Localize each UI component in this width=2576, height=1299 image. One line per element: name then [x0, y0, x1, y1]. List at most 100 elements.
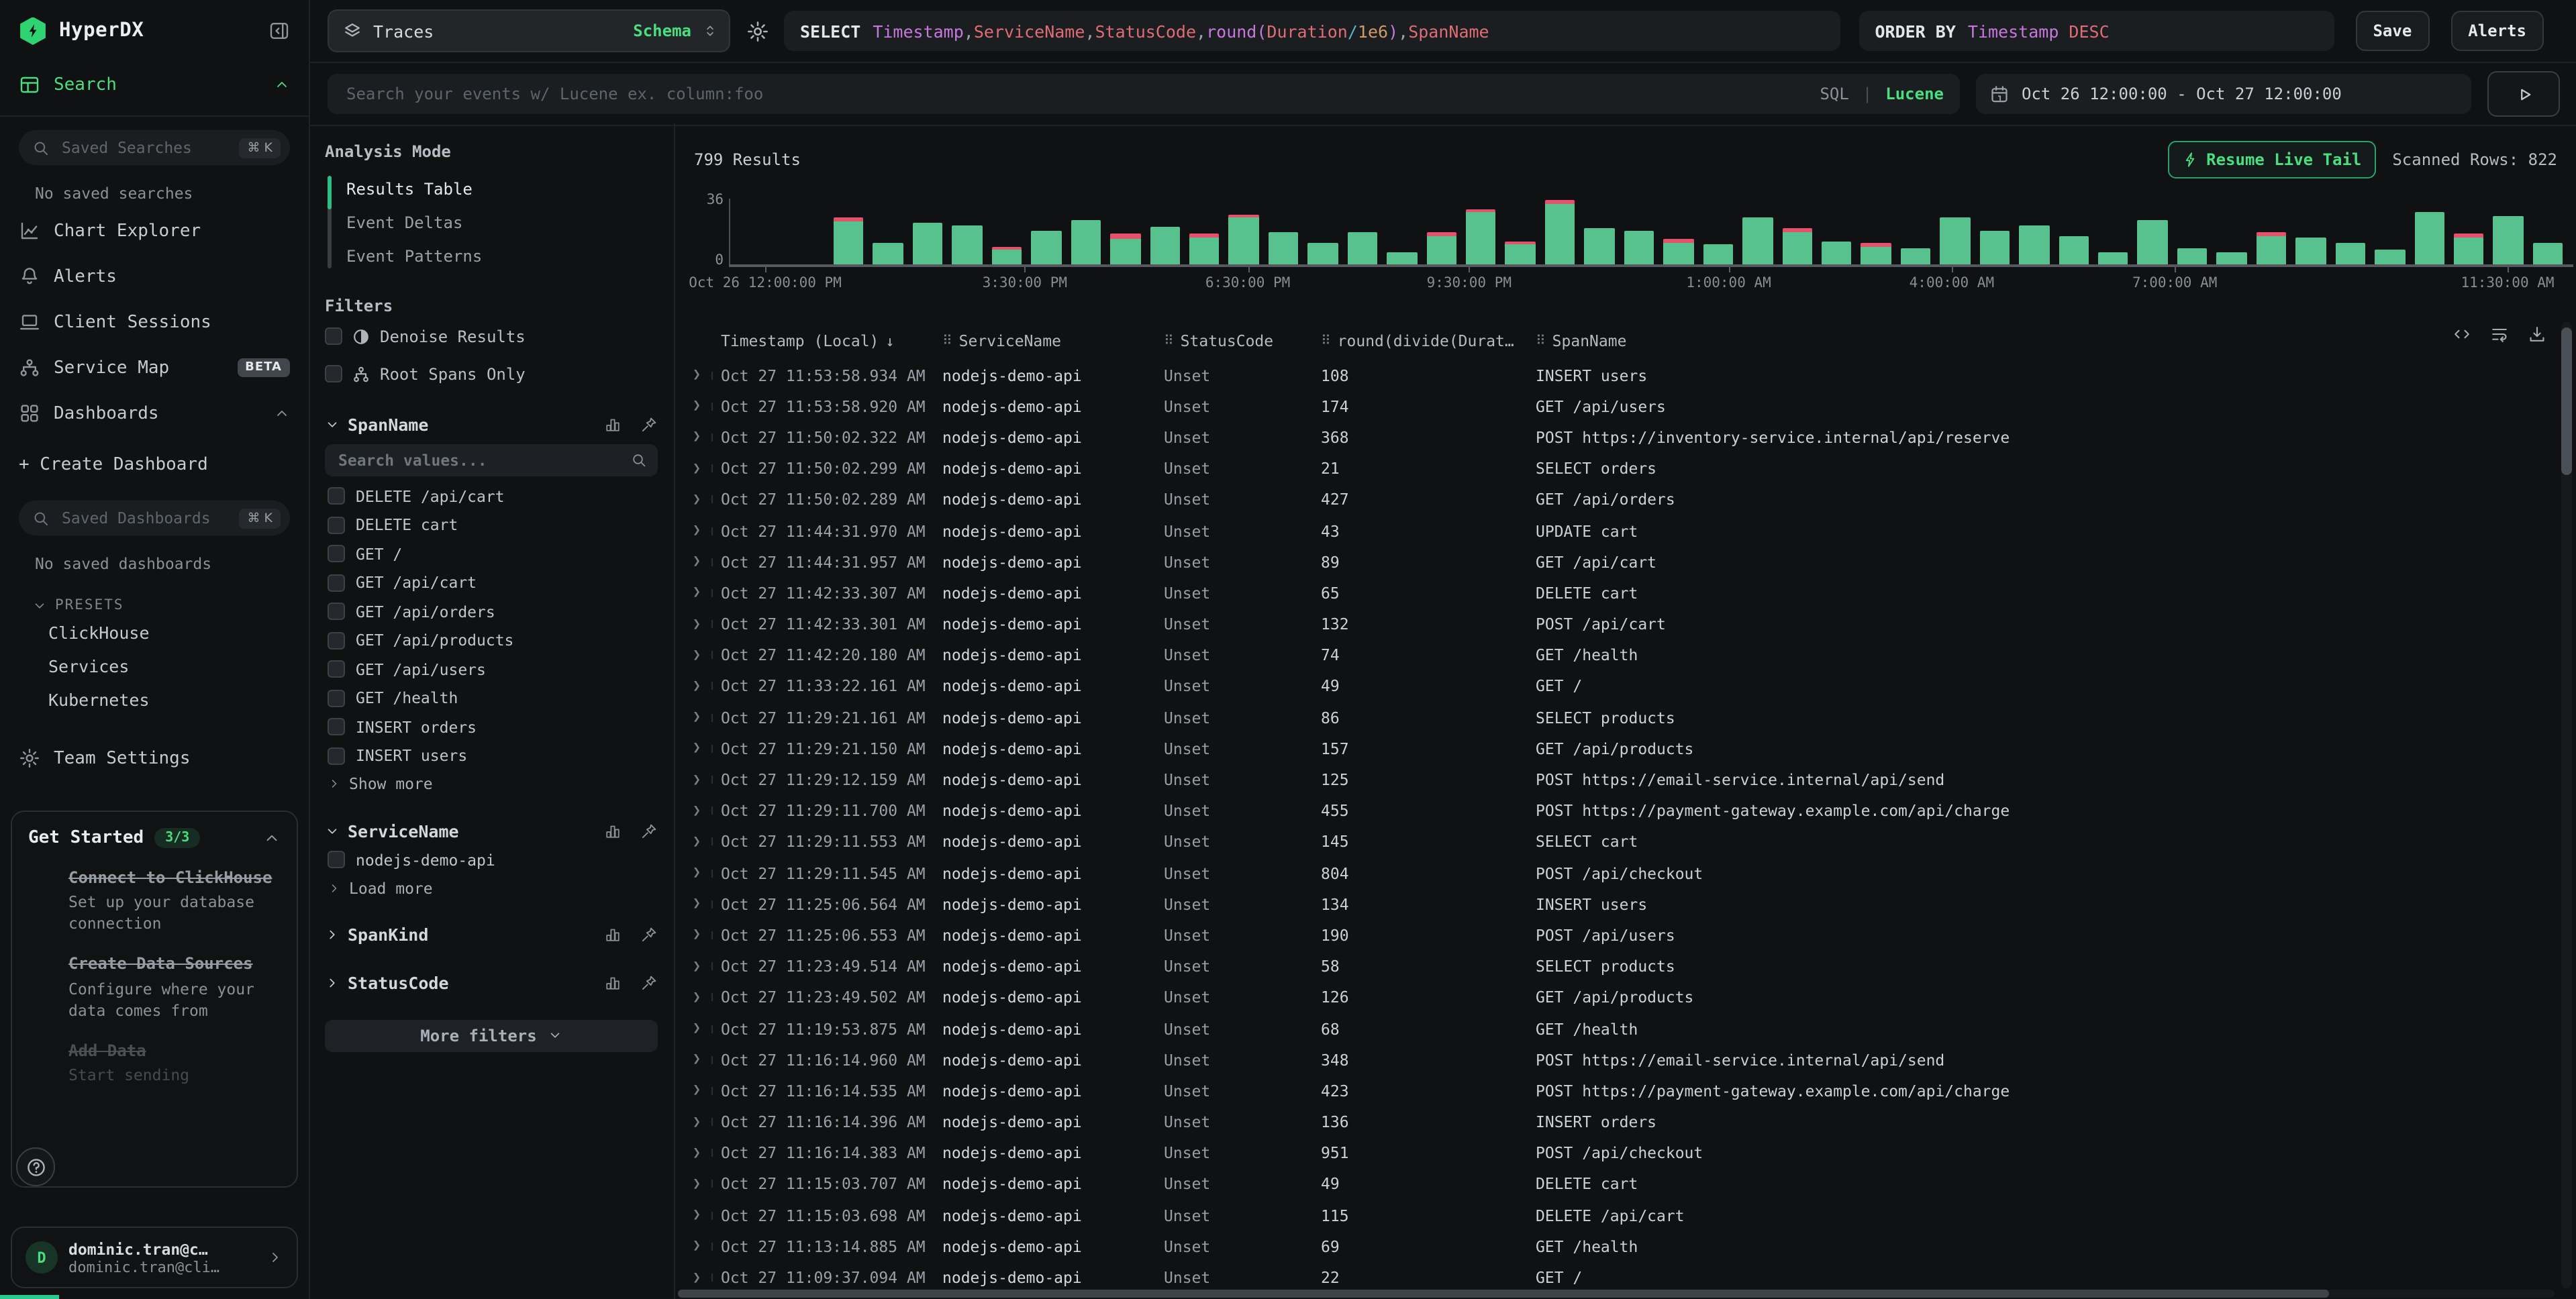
- expand-row-icon[interactable]: ❯: [693, 1021, 721, 1036]
- event-search-input[interactable]: [344, 83, 1806, 105]
- column-header-statuscode[interactable]: ⠿StatusCode: [1164, 331, 1321, 350]
- table-row[interactable]: ❯Oct 27 11:29:12.159 AMnodejs-demo-apiUn…: [678, 764, 2555, 795]
- expand-row-icon[interactable]: ❯: [693, 617, 721, 631]
- chevron-up-icon[interactable]: [263, 829, 281, 847]
- table-row[interactable]: ❯Oct 27 11:29:11.545 AMnodejs-demo-apiUn…: [678, 858, 2555, 888]
- expand-row-icon[interactable]: ❯: [693, 959, 721, 974]
- expand-row-icon[interactable]: ❯: [693, 835, 721, 849]
- expand-row-icon[interactable]: ❯: [693, 866, 721, 880]
- table-row[interactable]: ❯Oct 27 11:53:58.934 AMnodejs-demo-apiUn…: [678, 360, 2555, 391]
- sidebar-item-service-map[interactable]: Service MapBETA: [0, 345, 309, 391]
- column-header-spanname[interactable]: ⠿SpanName: [1536, 331, 2555, 350]
- expand-row-icon[interactable]: ❯: [693, 928, 721, 943]
- table-row[interactable]: ❯Oct 27 11:50:02.322 AMnodejs-demo-apiUn…: [678, 422, 2555, 453]
- saved-dashboards-input[interactable]: [59, 507, 230, 529]
- expand-row-icon[interactable]: ❯: [693, 1146, 721, 1161]
- pin-icon[interactable]: [640, 926, 658, 943]
- filter-group-servicename[interactable]: ServiceName: [325, 816, 658, 845]
- analysis-mode-event-deltas[interactable]: Event Deltas: [346, 205, 658, 239]
- table-row[interactable]: ❯Oct 27 11:29:11.553 AMnodejs-demo-apiUn…: [678, 827, 2555, 858]
- table-row[interactable]: ❯Oct 27 11:16:14.960 AMnodejs-demo-apiUn…: [678, 1044, 2555, 1075]
- more-filters-button[interactable]: More filters: [325, 1019, 658, 1051]
- filter-value-get-[interactable]: GET /: [325, 539, 658, 568]
- table-row[interactable]: ❯Oct 27 11:53:58.920 AMnodejs-demo-apiUn…: [678, 391, 2555, 421]
- filter-group-spanname[interactable]: SpanName: [325, 409, 658, 439]
- event-search[interactable]: SQL | Lucene: [328, 74, 1960, 114]
- step-title[interactable]: Add Data: [68, 1040, 189, 1061]
- drag-handle-icon[interactable]: ⠿: [1536, 333, 1546, 348]
- table-row[interactable]: ❯Oct 27 11:16:14.396 AMnodejs-demo-apiUn…: [678, 1106, 2555, 1137]
- filter-value-insert-users[interactable]: INSERT users: [325, 741, 658, 770]
- table-row[interactable]: ❯Oct 27 11:23:49.502 AMnodejs-demo-apiUn…: [678, 982, 2555, 1013]
- expand-row-icon[interactable]: ❯: [693, 368, 721, 382]
- filter-value-get-api-users[interactable]: GET /api/users: [325, 655, 658, 684]
- table-row[interactable]: ❯Oct 27 11:15:03.707 AMnodejs-demo-apiUn…: [678, 1169, 2555, 1200]
- checkbox[interactable]: [328, 517, 345, 534]
- source-select[interactable]: Traces Schema: [328, 9, 730, 52]
- filter-values-search-input[interactable]: [336, 450, 623, 471]
- expand-row-icon[interactable]: ❯: [693, 710, 721, 725]
- orderby-expression-input[interactable]: ORDER BY Timestamp DESC: [1859, 11, 2334, 51]
- table-row[interactable]: ❯Oct 27 11:29:11.700 AMnodejs-demo-apiUn…: [678, 795, 2555, 826]
- table-row[interactable]: ❯Oct 27 11:16:14.535 AMnodejs-demo-apiUn…: [678, 1076, 2555, 1106]
- filter-group-statuscode[interactable]: StatusCode: [325, 968, 658, 998]
- table-row[interactable]: ❯Oct 27 11:23:49.514 AMnodejs-demo-apiUn…: [678, 951, 2555, 982]
- analysis-mode-results-table[interactable]: Results Table: [346, 172, 658, 205]
- checkbox[interactable]: [328, 719, 345, 736]
- pin-icon[interactable]: [640, 822, 658, 839]
- step-title[interactable]: Create Data Sources: [68, 953, 281, 975]
- filter-values-search[interactable]: [325, 444, 658, 476]
- expand-row-icon[interactable]: ❯: [693, 741, 721, 756]
- mini-chart-icon[interactable]: [604, 974, 622, 992]
- checkbox[interactable]: [328, 690, 345, 707]
- filter-show-more[interactable]: Show more: [325, 770, 658, 797]
- create-dashboard-button[interactable]: + Create Dashboard: [0, 441, 309, 487]
- mini-chart-icon[interactable]: [604, 926, 622, 943]
- expand-row-icon[interactable]: ❯: [693, 772, 721, 787]
- expand-row-icon[interactable]: ❯: [693, 1084, 721, 1098]
- select-expression-input[interactable]: SELECT Timestamp,ServiceName,StatusCode,…: [784, 11, 1840, 51]
- preset-kubernetes[interactable]: Kubernetes: [0, 683, 309, 717]
- table-row[interactable]: ❯Oct 27 11:29:21.161 AMnodejs-demo-apiUn…: [678, 702, 2555, 733]
- step-title[interactable]: Connect to ClickHouse: [68, 867, 281, 888]
- filter-group-spankind[interactable]: SpanKind: [325, 920, 658, 949]
- expand-row-icon[interactable]: ❯: [693, 586, 721, 601]
- mode-sql[interactable]: SQL: [1820, 85, 1848, 103]
- saved-searches-search[interactable]: ⌘ K: [19, 130, 290, 165]
- vertical-scrollbar-thumb[interactable]: [2561, 327, 2572, 475]
- filter-value-get-api-orders[interactable]: GET /api/orders: [325, 597, 658, 626]
- expand-row-icon[interactable]: ❯: [693, 803, 721, 818]
- sidebar-item-search[interactable]: Search: [0, 62, 309, 107]
- pin-icon[interactable]: [640, 974, 658, 992]
- table-row[interactable]: ❯Oct 27 11:25:06.553 AMnodejs-demo-apiUn…: [678, 920, 2555, 951]
- table-row[interactable]: ❯Oct 27 11:13:14.885 AMnodejs-demo-apiUn…: [678, 1231, 2555, 1262]
- expand-row-icon[interactable]: ❯: [693, 1052, 721, 1067]
- sidebar-item-team-settings[interactable]: Team Settings: [0, 735, 309, 781]
- alerts-button[interactable]: Alerts: [2450, 11, 2544, 51]
- sidebar-item-chart-explorer[interactable]: Chart Explorer: [0, 208, 309, 254]
- checkbox[interactable]: [325, 365, 342, 382]
- table-row[interactable]: ❯Oct 27 11:33:22.161 AMnodejs-demo-apiUn…: [678, 671, 2555, 702]
- mini-chart-icon[interactable]: [604, 415, 622, 433]
- filter-toggle-denoise-results[interactable]: Denoise Results: [325, 319, 658, 353]
- checkbox[interactable]: [328, 661, 345, 678]
- source-settings-gear-icon[interactable]: [741, 15, 773, 47]
- mode-lucene[interactable]: Lucene: [1885, 85, 1944, 103]
- table-row[interactable]: ❯Oct 27 11:44:31.970 AMnodejs-demo-apiUn…: [678, 515, 2555, 546]
- drag-handle-icon[interactable]: ⠿: [942, 333, 952, 348]
- filter-value-delete-api-cart[interactable]: DELETE /api/cart: [325, 482, 658, 511]
- column-header-round-divide-durat-[interactable]: ⠿round(divide(Durat…: [1321, 331, 1536, 350]
- table-row[interactable]: ❯Oct 27 11:44:31.957 AMnodejs-demo-apiUn…: [678, 546, 2555, 577]
- analysis-mode-event-patterns[interactable]: Event Patterns: [346, 239, 658, 272]
- preset-services[interactable]: Services: [0, 650, 309, 683]
- expand-row-icon[interactable]: ❯: [693, 648, 721, 663]
- expand-row-icon[interactable]: ❯: [693, 1177, 721, 1192]
- checkbox[interactable]: [328, 747, 345, 765]
- expand-row-icon[interactable]: ❯: [693, 461, 721, 476]
- expand-row-icon[interactable]: ❯: [693, 430, 721, 445]
- table-row[interactable]: ❯Oct 27 11:15:03.698 AMnodejs-demo-apiUn…: [678, 1200, 2555, 1231]
- saved-dashboards-search[interactable]: ⌘ K: [19, 501, 290, 535]
- checkbox[interactable]: [328, 574, 345, 592]
- table-row[interactable]: ❯Oct 27 11:42:33.307 AMnodejs-demo-apiUn…: [678, 578, 2555, 609]
- filter-value-delete-cart[interactable]: DELETE cart: [325, 511, 658, 539]
